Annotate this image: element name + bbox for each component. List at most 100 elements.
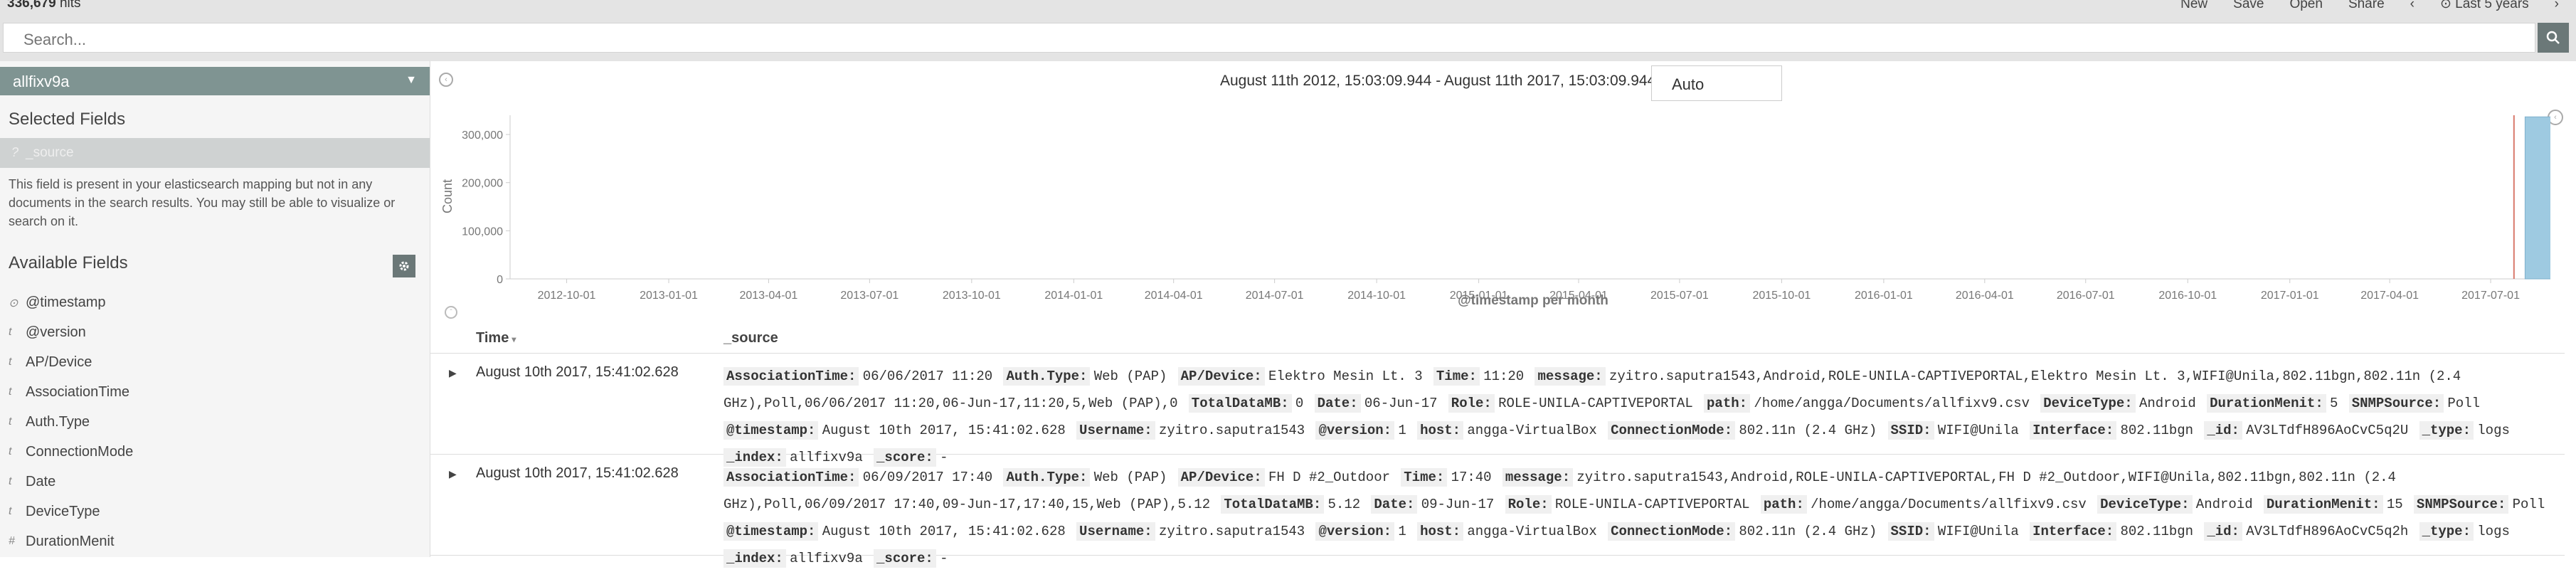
source-key: DurationMenit:	[2207, 394, 2326, 413]
source-value: AV3LTdfH896AoCvC5q2U	[2246, 423, 2409, 438]
chevron-right-icon[interactable]: ›	[2555, 0, 2559, 12]
field-type-icon: t	[9, 475, 12, 487]
field-item[interactable]: t AP/Device	[0, 349, 430, 377]
source-key: Role:	[1505, 495, 1552, 514]
search-input[interactable]	[22, 30, 2444, 50]
field-settings-button[interactable]	[393, 255, 415, 277]
source-key: @version:	[1315, 522, 1395, 541]
expand-row-icon[interactable]: ▶	[449, 367, 457, 379]
table-row[interactable]: ▶ August 10th 2017, 15:41:02.628 Associati…	[430, 353, 2565, 467]
field-type-icon: t	[9, 415, 12, 428]
collapse-histogram-icon[interactable]: ˆ	[445, 306, 457, 319]
field-type-icon: #	[9, 535, 15, 547]
source-value: 1	[1398, 423, 1406, 438]
search-button[interactable]	[2538, 23, 2569, 53]
source-key: Time:	[1401, 468, 1448, 487]
source-value: 15	[2386, 497, 2403, 512]
source-value: Poll	[2512, 497, 2545, 512]
source-value: angga-VirtualBox	[1467, 423, 1597, 438]
field-name: AP/Device	[26, 354, 92, 370]
field-name: DurationMenit	[26, 534, 115, 549]
source-key: Interface:	[2030, 522, 2117, 541]
discover-main: ‹ August 11th 2012, 15:03:09.944 - Augus…	[430, 61, 2576, 568]
time-picker-button[interactable]: ⊙ Last 5 years	[2440, 0, 2529, 12]
source-value: August 10th 2017, 15:41:02.628	[822, 524, 1066, 539]
field-type-icon: t	[9, 386, 12, 398]
x-tick-label: 2016-07-01	[2057, 290, 2115, 302]
selected-field-source[interactable]: ? _source	[0, 138, 430, 168]
clock-icon: ⊙	[2439, 0, 2452, 11]
row-time: August 10th 2017, 15:41:02.628	[476, 465, 679, 481]
x-tick-label: 2014-07-01	[1246, 290, 1304, 302]
field-name: @timestamp	[26, 295, 106, 310]
gear-icon	[399, 261, 409, 271]
field-name: ConnectionMode	[26, 444, 134, 460]
source-key: _index:	[723, 549, 786, 568]
expand-row-icon[interactable]: ▶	[449, 468, 457, 480]
column-header-source: _source	[723, 330, 778, 346]
field-item[interactable]: t Date	[0, 468, 430, 497]
source-value: /home/angga/Documents/allfixv9.csv	[1754, 396, 2030, 411]
index-pattern-select[interactable]: allfixv9a ▼	[0, 67, 430, 95]
new-button[interactable]: New	[2180, 0, 2207, 12]
source-key: ConnectionMode:	[1608, 522, 1736, 541]
source-value: zyitro.saputra1543	[1158, 423, 1305, 438]
collapse-sidebar-icon[interactable]: ‹	[439, 73, 453, 87]
histogram-bar[interactable]	[2524, 116, 2550, 280]
source-value: 06/09/2017 17:40	[862, 470, 993, 485]
source-key: message:	[1535, 367, 1606, 386]
field-item[interactable]: t @version	[0, 319, 430, 347]
open-button[interactable]: Open	[2289, 0, 2322, 12]
source-value: 06/06/2017 11:20	[862, 369, 993, 384]
source-key: Auth.Type:	[1003, 367, 1091, 386]
chevron-left-icon[interactable]: ‹	[2410, 0, 2415, 12]
field-type-icon: t	[9, 445, 12, 457]
source-key: Date:	[1314, 394, 1361, 413]
search-icon	[2546, 31, 2560, 44]
table-row[interactable]: ▶ August 10th 2017, 15:41:02.628 Associati…	[430, 454, 2565, 568]
available-fields-heading: Available Fields	[9, 253, 128, 272]
x-tick-label: 2014-04-01	[1145, 290, 1203, 302]
x-tick-label: 2016-10-01	[2158, 290, 2217, 302]
selected-fields-heading: Selected Fields	[9, 110, 126, 129]
source-key: SSID:	[1887, 522, 1934, 541]
field-item[interactable]: t AssociationTime	[0, 378, 430, 407]
sort-icon[interactable]: ▾	[512, 334, 516, 344]
field-name: @version	[26, 324, 86, 340]
source-key: host:	[1417, 421, 1464, 440]
source-value: 17:40	[1451, 470, 1492, 485]
source-key: Time:	[1433, 367, 1480, 386]
field-name: Date	[26, 474, 56, 489]
source-value: allfixv9a	[790, 551, 863, 566]
column-time-label: Time	[476, 330, 509, 346]
source-value: 5	[2330, 396, 2338, 411]
source-key: SSID:	[1887, 421, 1934, 440]
field-item[interactable]: t DeviceType	[0, 498, 430, 526]
y-tick-label: 300,000	[462, 129, 503, 142]
source-key: Date:	[1371, 495, 1418, 514]
caret-down-icon: ▼	[406, 74, 417, 86]
field-note: This field is present in your elasticsea…	[9, 177, 396, 228]
field-type-icon: ⊙	[9, 297, 18, 309]
source-key: ConnectionMode:	[1608, 421, 1736, 440]
field-item[interactable]: t Auth.Type	[0, 408, 430, 437]
field-name: _source	[26, 145, 74, 160]
source-value: 06-Jun-17	[1364, 396, 1438, 411]
column-header-time[interactable]: Time ▾	[476, 330, 516, 346]
interval-select[interactable]: Auto	[1651, 65, 1782, 101]
field-name: Auth.Type	[26, 414, 90, 430]
field-type-icon: ?	[11, 145, 19, 159]
top-bar: 336,679 hits New Save Open Share ‹ ⊙ Las…	[0, 0, 2576, 17]
field-item[interactable]: # DurationMenit	[0, 528, 430, 556]
field-item[interactable]: ⊙ @timestamp	[0, 289, 430, 317]
y-tick-label: 100,000	[462, 226, 503, 238]
share-button[interactable]: Share	[2348, 0, 2385, 12]
source-key: path:	[1704, 394, 1751, 413]
source-key: _score:	[874, 549, 936, 568]
field-item[interactable]: t ConnectionMode	[0, 438, 430, 467]
source-key: DeviceType:	[2097, 495, 2193, 514]
source-value: 09-Jun-17	[1421, 497, 1495, 512]
source-value: 0	[1295, 396, 1304, 411]
save-button[interactable]: Save	[2233, 0, 2264, 12]
source-value: 802.11bgn	[2120, 524, 2194, 539]
